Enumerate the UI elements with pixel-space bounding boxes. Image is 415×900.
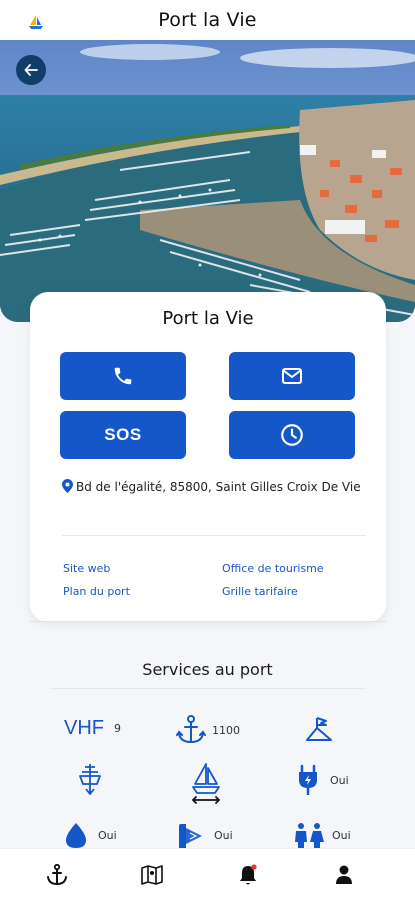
toilets-value: Oui [332, 828, 351, 842]
app-header: Port la Vie [0, 0, 415, 40]
showers-value: Oui [214, 828, 233, 842]
arrow-left-icon [24, 64, 38, 76]
address-text: Bd de l'égalité, 85800, Saint Gilles Cro… [76, 480, 361, 494]
section-divider [30, 621, 386, 622]
port-address: Bd de l'égalité, 85800, Saint Gilles Cro… [62, 476, 362, 501]
mail-icon [282, 368, 302, 384]
moorings-count: 1100 [212, 723, 240, 737]
nav-notifications-bell-icon[interactable] [236, 863, 260, 887]
nav-profile-user-icon[interactable] [332, 863, 356, 887]
service-showers: Oui [176, 822, 233, 848]
service-moorings: 1100 [176, 714, 240, 746]
port-name: Port la Vie [162, 308, 254, 329]
port-photo [0, 40, 415, 322]
email-button[interactable] [229, 352, 355, 400]
bottom-navigation [0, 848, 415, 900]
services-divider [50, 688, 366, 689]
boat-lift-icon [79, 764, 101, 795]
card-divider [62, 535, 366, 536]
sos-button[interactable]: SOS [60, 411, 186, 459]
service-toilets: Oui [292, 822, 351, 848]
website-link[interactable]: Site web [63, 562, 110, 575]
clock-icon [281, 424, 303, 446]
sailboat-length-icon [191, 763, 221, 804]
service-boat-length [190, 762, 222, 808]
call-button[interactable] [60, 352, 186, 400]
sailboat-logo-icon [27, 13, 45, 31]
nav-map-icon[interactable] [140, 863, 164, 887]
map-pin-icon [62, 478, 73, 501]
vhf-label: VHF [64, 717, 104, 739]
sos-label: SOS [104, 425, 142, 444]
vhf-channel: 9 [114, 722, 121, 735]
flag-hanger-icon [306, 717, 332, 741]
phone-icon [114, 367, 132, 385]
service-harbour-office [304, 714, 334, 746]
electricity-value: Oui [330, 773, 349, 787]
service-electricity: Oui [296, 764, 349, 796]
nav-ports-anchor-icon[interactable] [45, 863, 69, 887]
anchor-icon [176, 715, 206, 744]
page-title: Port la Vie [158, 9, 257, 31]
opening-hours-button[interactable] [229, 411, 355, 459]
toilets-icon [295, 823, 324, 848]
services-title: Services au port [142, 660, 273, 679]
port-map-link[interactable]: Plan du port [63, 585, 130, 598]
tourism-office-link[interactable]: Office de tourisme [222, 562, 324, 575]
service-vhf: VHF 9 [64, 717, 121, 740]
pricing-grid-link[interactable]: Grille tarifaire [222, 585, 298, 598]
water-value: Oui [98, 828, 117, 842]
electric-plug-icon [299, 764, 317, 795]
port-info-card: Port la Vie SOS Bd de l'égalité, 85800, … [30, 292, 386, 622]
service-boat-lift [75, 762, 105, 798]
back-button[interactable] [16, 55, 46, 85]
water-drop-icon [66, 823, 86, 848]
shower-icon [179, 824, 202, 848]
service-water: Oui [62, 822, 117, 848]
